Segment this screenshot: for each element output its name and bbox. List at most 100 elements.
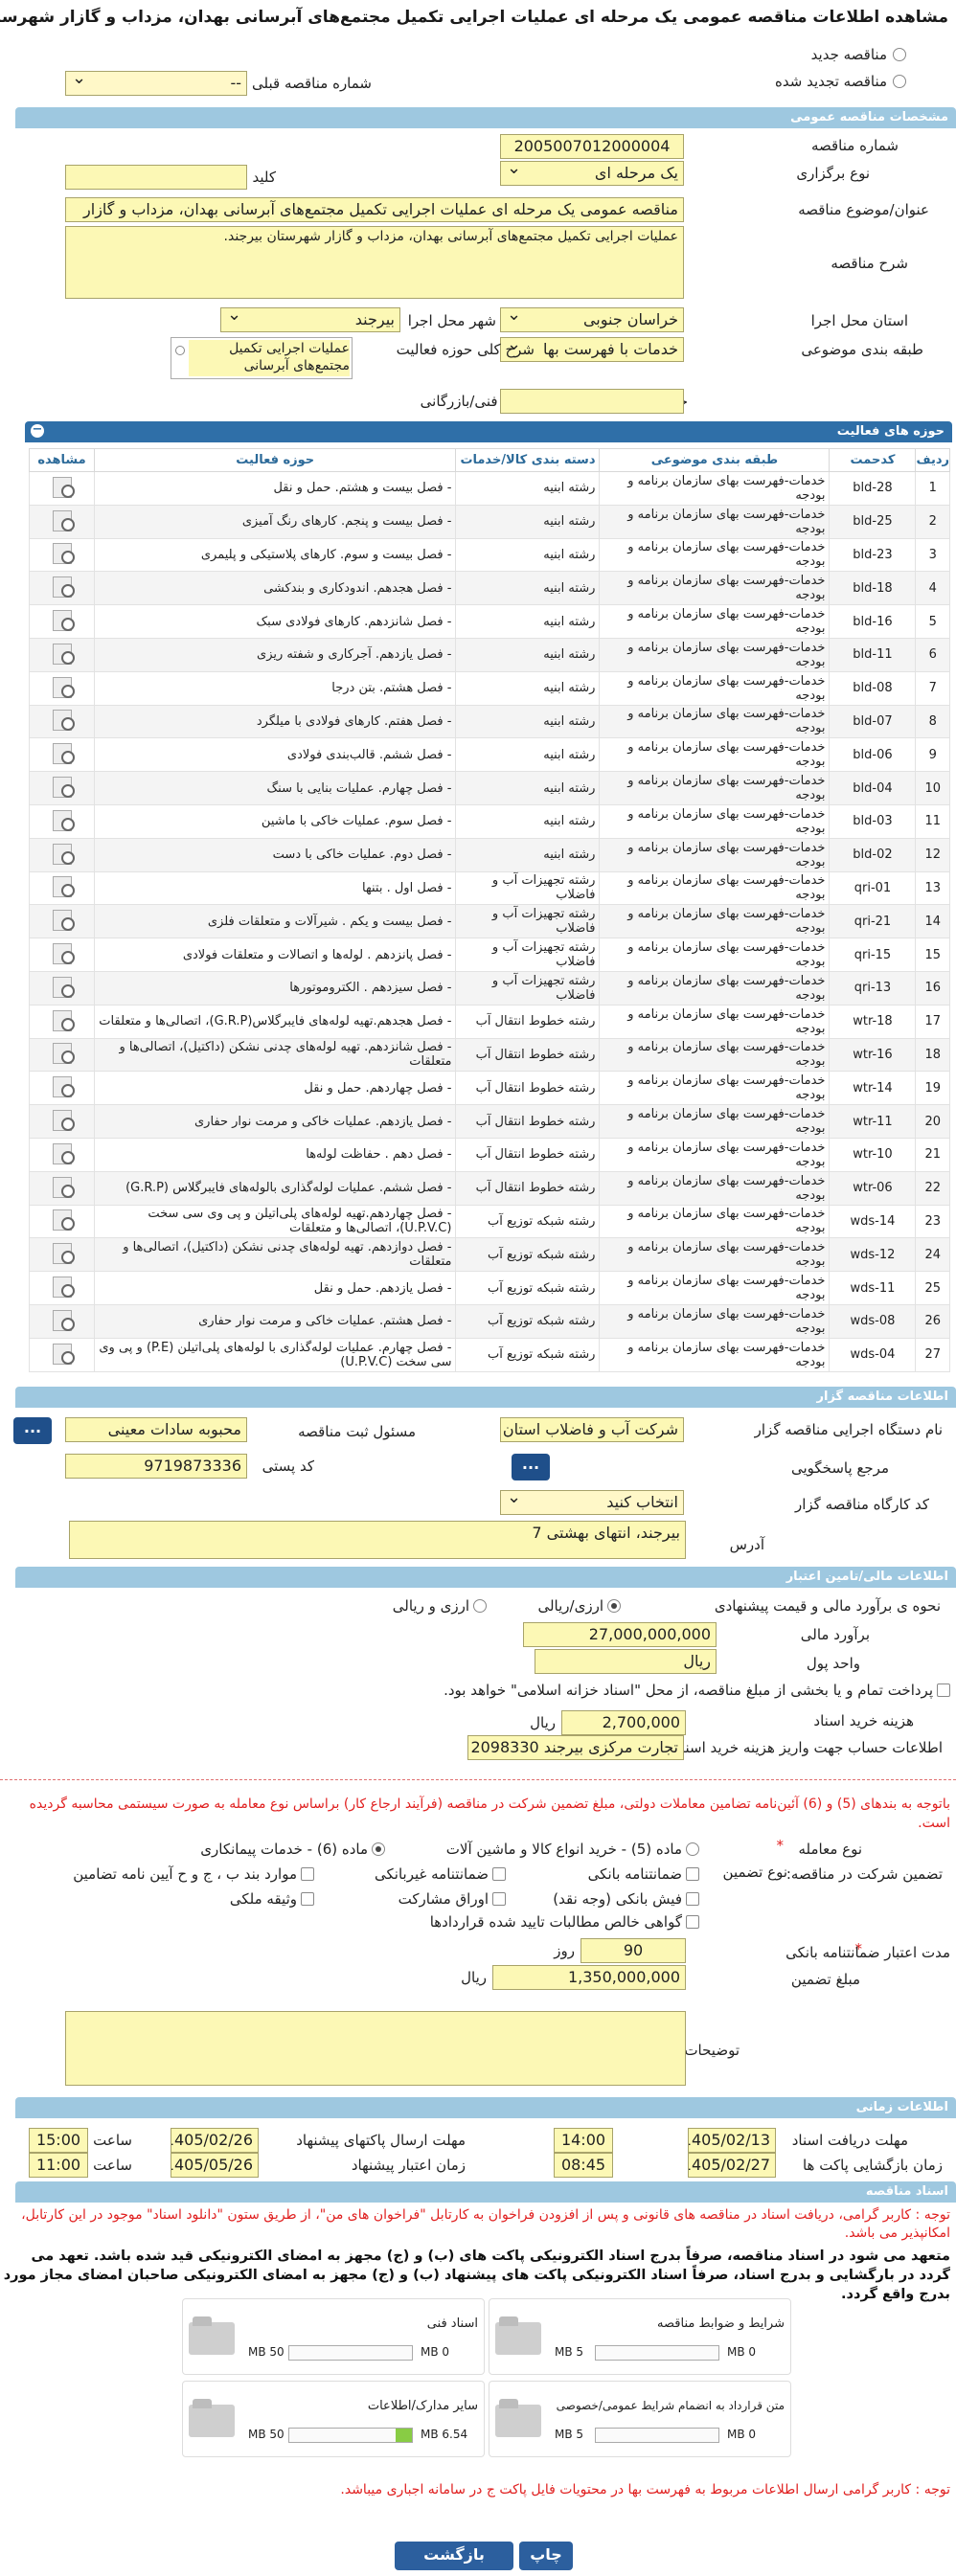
view-icon[interactable] [50,909,75,932]
file-box-technical[interactable]: اسناد فنی 50 MB 0 MB [182,2298,485,2375]
activity-row: 3 bld-23 خدمات-فهرست بهای سازمان برنامه و … [29,537,950,573]
estimate-amount-field[interactable]: 27,000,000,000 [523,1622,717,1647]
scope-item[interactable]: عملیات اجرایی تکمیل مجتمع‌های آبرسانی [189,340,350,376]
valid-date[interactable]: 1405/05/26 [171,2153,259,2178]
view-icon[interactable] [50,1109,75,1132]
new-tender-radio[interactable] [893,48,906,61]
g6-checkbox[interactable] [301,1892,314,1906]
g4-checkbox[interactable] [686,1892,699,1906]
scope-radio[interactable] [175,346,185,355]
view-icon[interactable] [50,976,75,998]
open-date[interactable]: 1405/02/27 [688,2153,776,2178]
view-icon[interactable] [50,1309,75,1331]
g1-checkbox[interactable] [686,1867,699,1881]
validity-label: مدت اعتبار ضمانتنامه بانکی [785,1944,950,1961]
view-icon[interactable] [50,1176,75,1198]
view-icon[interactable] [50,1009,75,1031]
print-button[interactable]: چاپ [519,2542,573,2570]
view-icon[interactable] [50,1242,75,1265]
file-box-terms[interactable]: شرایط و ضوابط مناقصه 5 MB 0 MB [489,2298,791,2375]
ref-lookup-button[interactable]: ... [512,1454,550,1480]
file-box-other[interactable]: سایر مدارک/اطلاعات 50 MB 6.54 MB [182,2381,485,2457]
resp-lookup-button[interactable]: ... [13,1417,52,1444]
view-icon[interactable] [50,576,75,599]
view-icon[interactable] [50,542,75,565]
view-icon[interactable] [50,809,75,831]
view-icon[interactable] [50,1075,75,1098]
row-group: رشته تجهیزات آب و فاضلاب [455,938,601,972]
g4-label: فیش بانکی (وجه نقد) [553,1890,682,1908]
g3-label: موارد بند ب ، ج و ح آیین نامه تضامین [73,1865,297,1883]
resp-field[interactable]: محبوبه سادات معینی [65,1417,247,1442]
view-icon[interactable] [50,1042,75,1065]
view-icon[interactable] [50,875,75,898]
view-icon[interactable] [50,676,75,698]
view-icon[interactable] [50,843,75,865]
treasury-checkbox[interactable] [937,1683,950,1697]
doc-receive-date[interactable]: 1405/02/13 [688,2128,776,2153]
g2-checkbox[interactable] [492,1867,506,1881]
row-number: 17 [915,1004,950,1039]
province-select[interactable]: خراسان جنوبی [500,307,684,332]
renewed-tender-radio[interactable] [893,75,906,88]
doc-fee-field[interactable]: 2,700,000 [561,1710,686,1735]
guarantee-desc-field[interactable] [65,2011,686,2086]
deal-type-6-radio[interactable] [372,1842,385,1856]
subject-field[interactable]: مناقصه عمومی یک مرحله ای عملیات اجرایی ت… [65,197,684,222]
postal-field[interactable]: 9719873336 [65,1454,247,1479]
validity-field[interactable]: 90 [580,1938,686,1963]
g3-checkbox[interactable] [301,1867,314,1881]
activity-row: 18 wtr-16 خدمات-فهرست بهای سازمان برنامه و… [29,1037,950,1073]
row-activity: - فصل پانزدهم . لوله‌ها و اتصالات و متعل… [93,938,457,972]
valid-time[interactable]: 11:00 [29,2153,88,2178]
view-icon[interactable] [50,742,75,765]
open-time[interactable]: 08:45 [554,2153,613,2178]
fx-radio[interactable] [473,1599,487,1613]
rial-radio[interactable] [607,1599,621,1613]
g7-checkbox[interactable] [686,1915,699,1929]
workshop-select[interactable]: انتخاب کنید [500,1490,684,1515]
row-code: bld-08 [829,670,917,706]
view-icon[interactable] [50,1209,75,1232]
prev-tender-select[interactable]: -- [65,71,247,96]
org-field[interactable]: شرکت آب و فاضلاب استان [500,1417,684,1442]
file-usage-bar [288,2345,413,2361]
view-icon[interactable] [50,1276,75,1299]
send-time[interactable]: 15:00 [29,2128,88,2153]
tender-number-field[interactable]: 2005007012000004 [500,134,684,159]
row-code: qri-13 [829,970,917,1006]
amount-field[interactable]: 1,350,000,000 [492,1965,686,1990]
row-number: 19 [915,1071,950,1106]
back-button[interactable]: بازگشت [395,2542,513,2570]
view-cell [29,637,95,672]
keyword-field[interactable] [65,165,247,190]
scope-listbox[interactable]: عملیات اجرایی تکمیل مجتمع‌های آبرسانی [171,337,353,379]
view-icon[interactable] [50,942,75,965]
view-icon[interactable] [50,709,75,732]
min-score-field[interactable] [500,389,684,414]
view-icon[interactable] [50,643,75,665]
desc-field[interactable]: عملیات اجرایی تکمیل مجتمع‌های آبرسانی به… [65,226,684,299]
doc-receive-time[interactable]: 14:00 [554,2128,613,2153]
account-field[interactable]: تجارت مرکزی بیرجند 2098330 [467,1735,684,1760]
deal-type-5-radio[interactable] [686,1842,699,1856]
type-select[interactable]: یک مرحله ای [500,161,684,186]
view-icon[interactable] [50,509,75,531]
view-icon[interactable] [50,1343,75,1365]
view-icon[interactable] [50,476,75,498]
col-group: دسته بندی کالا/خدمات [455,448,601,472]
view-icon[interactable] [50,776,75,799]
unit-field[interactable]: ریال [535,1649,717,1674]
address-field[interactable]: بیرجند، انتهای بهشتی 7 [69,1521,686,1559]
view-icon[interactable] [50,609,75,632]
collapse-icon[interactable]: − [31,423,44,438]
row-code: wds-04 [829,1337,917,1372]
file-box-contract[interactable]: متن قرارداد به انضمام شرایط عمومی/خصوصی … [489,2381,791,2457]
send-date[interactable]: 1405/02/26 [171,2128,259,2153]
g5-checkbox[interactable] [492,1892,506,1906]
view-icon[interactable] [50,1142,75,1164]
activity-row: 14 qri-21 خدمات-فهرست بهای سازمان برنامه و… [29,904,950,939]
row-code: bld-03 [829,803,917,839]
g1-label: ضمانتنامه بانکی [587,1865,682,1883]
city-select[interactable]: بیرجند [220,307,400,332]
